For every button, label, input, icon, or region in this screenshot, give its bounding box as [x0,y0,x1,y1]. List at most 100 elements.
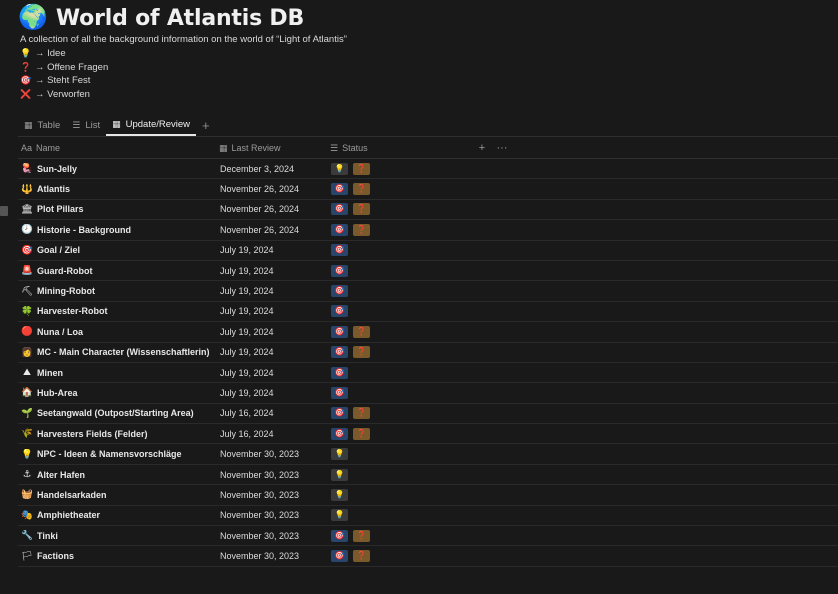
table-row[interactable]: ⚓ Alter Hafen November 30, 2023 💡 [18,465,838,486]
table-row[interactable]: 🌱 Seetangwald (Outpost/Starting Area) July… [18,404,838,425]
table-row[interactable]: 🪼 Sun-Jelly December 3, 2024 💡 ❓ [18,159,838,180]
add-column-button[interactable]: + [472,139,492,157]
cell-status[interactable]: 🎯 ❓ [331,223,370,236]
cell-last-review[interactable]: November 30, 2023 [220,531,331,541]
cell-name[interactable]: 🔱 Atlantis [18,184,220,195]
cell-status[interactable]: 🎯 ❓ [331,325,370,338]
cell-name[interactable]: 🎯 Goal / Ziel [18,245,220,256]
table-row[interactable]: 🏳 Factions November 30, 2023 🎯 ❓ [18,546,838,567]
cell-last-review[interactable]: July 19, 2024 [220,306,331,316]
page-title[interactable]: World of Atlantis DB [56,6,304,31]
cell-last-review[interactable]: July 19, 2024 [220,368,331,378]
cell-name[interactable]: 🚨 Guard-Robot [18,265,220,276]
cell-status[interactable]: 💡 [331,509,348,522]
table-row[interactable]: 🌾 Harvesters Fields (Felder) July 16, 2024… [18,424,838,445]
cell-last-review[interactable]: November 30, 2023 [220,510,331,520]
cell-last-review[interactable]: July 19, 2024 [220,388,331,398]
table-row[interactable]: 🕗 Historie - Background November 26, 2024 🎯… [18,220,838,241]
row-title: NPC - Ideen & Namensvorschläge [37,449,182,460]
status-tag-question-mark-icon: ❓ [353,427,370,440]
cell-last-review[interactable]: November 30, 2023 [220,449,331,459]
legend-item-verworfen: ❌ → Verworfen [20,88,108,102]
table-row[interactable]: 💡 NPC - Ideen & Namensvorschläge November … [18,444,838,465]
globe-icon[interactable]: 🌍 [18,4,48,32]
drag-handle-icon[interactable] [0,206,8,216]
row-title: Guard-Robot [37,265,93,276]
more-options-button[interactable]: ··· [492,139,512,157]
cell-name[interactable]: ⛰ Minen [18,367,220,378]
question-mark-icon: ❓ [20,61,32,72]
table-row[interactable]: 🚨 Guard-Robot July 19, 2024 🎯 [18,261,838,282]
status-tag-question-mark-icon: ❓ [353,162,370,175]
cell-name[interactable]: 🪼 Sun-Jelly [18,163,220,174]
cell-name[interactable]: 🌾 Harvesters Fields (Felder) [18,428,220,439]
cell-last-review[interactable]: November 26, 2024 [220,204,331,214]
cell-last-review[interactable]: July 16, 2024 [220,429,331,439]
table-row[interactable]: 🏠 Hub-Area July 19, 2024 🎯 [18,383,838,404]
cell-status[interactable]: 🎯 ❓ [331,183,370,196]
cell-status[interactable]: 🎯 ❓ [331,407,370,420]
column-header-status[interactable]: ☰ Status [330,139,472,157]
tab-update-review[interactable]: ▦ Update/Review [106,114,197,136]
cell-status[interactable]: 💡 [331,468,348,481]
cell-status[interactable]: 🎯 ❓ [331,203,370,216]
cell-last-review[interactable]: November 30, 2023 [220,490,331,500]
cell-status[interactable]: 💡 ❓ [331,162,370,175]
cell-last-review[interactable]: July 19, 2024 [220,327,331,337]
cell-name[interactable]: 🔴 Nuna / Loa [18,326,220,337]
cell-last-review[interactable]: July 16, 2024 [220,408,331,418]
column-header-last-review[interactable]: ▦ Last Review [219,139,330,157]
cell-status[interactable]: 🎯 [331,285,348,298]
tab-table[interactable]: ▦ Table [18,114,66,136]
cell-name[interactable]: ⛏ Mining-Robot [18,286,220,297]
page-description[interactable]: A collection of all the background infor… [20,34,347,45]
cell-last-review[interactable]: November 26, 2024 [220,225,331,235]
cell-name[interactable]: 🍀 Harvester-Robot [18,306,220,317]
cell-name[interactable]: 🎭 Amphietheater [18,510,220,521]
cell-name[interactable]: 🏠 Hub-Area [18,387,220,398]
cell-status[interactable]: 🎯 ❓ [331,427,370,440]
cell-status[interactable]: 💡 [331,488,348,501]
table-row[interactable]: ⛰ Minen July 19, 2024 🎯 [18,363,838,384]
table-row[interactable]: ⛏ Mining-Robot July 19, 2024 🎯 [18,281,838,302]
cell-name[interactable]: 🧺 Handelsarkaden [18,489,220,500]
table-row[interactable]: 👩 MC - Main Character (Wissenschaftlerin)… [18,343,838,363]
table-row[interactable]: 🏛 Plot Pillars November 26, 2024 🎯 ❓ [18,200,838,221]
cell-status[interactable]: 🎯 ❓ [331,529,370,542]
cell-status[interactable]: 💡 [331,448,348,461]
cell-last-review[interactable]: July 19, 2024 [220,266,331,276]
cell-name[interactable]: ⚓ Alter Hafen [18,469,220,480]
table-row[interactable]: 🍀 Harvester-Robot July 19, 2024 🎯 [18,302,838,323]
cell-status[interactable]: 🎯 [331,244,348,257]
cell-status[interactable]: 🎯 [331,366,348,379]
cell-name[interactable]: 🏛 Plot Pillars [18,204,220,215]
cell-status[interactable]: 🎯 ❓ [331,346,370,359]
cell-name[interactable]: 🔧 Tinki [18,530,220,541]
cell-last-review[interactable]: July 19, 2024 [220,286,331,296]
table-row[interactable]: 🎯 Goal / Ziel July 19, 2024 🎯 [18,241,838,261]
cell-last-review[interactable]: July 19, 2024 [220,347,331,357]
table-row[interactable]: 🔴 Nuna / Loa July 19, 2024 🎯 ❓ [18,322,838,343]
cell-last-review[interactable]: December 3, 2024 [220,164,331,174]
cell-last-review[interactable]: November 26, 2024 [220,184,331,194]
cell-status[interactable]: 🎯 ❓ [331,550,370,563]
cell-name[interactable]: 💡 NPC - Ideen & Namensvorschläge [18,449,220,460]
table-row[interactable]: 🎭 Amphietheater November 30, 2023 💡 [18,506,838,527]
table-row[interactable]: 🔱 Atlantis November 26, 2024 🎯 ❓ [18,179,838,200]
add-view-button[interactable]: + [196,118,216,133]
cell-name[interactable]: 👩 MC - Main Character (Wissenschaftlerin) [18,347,220,358]
cell-name[interactable]: 🏳 Factions [18,551,220,562]
cell-name[interactable]: 🕗 Historie - Background [18,224,220,235]
list-icon: ☰ [72,119,81,130]
cell-status[interactable]: 🎯 [331,386,348,399]
column-header-name[interactable]: Aa Name [18,139,219,157]
cell-last-review[interactable]: November 30, 2023 [220,551,331,561]
table-row[interactable]: 🧺 Handelsarkaden November 30, 2023 💡 [18,485,838,506]
cell-status[interactable]: 🎯 [331,264,348,277]
cell-status[interactable]: 🎯 [331,305,348,318]
cell-name[interactable]: 🌱 Seetangwald (Outpost/Starting Area) [18,408,220,419]
tab-list[interactable]: ☰ List [66,114,106,136]
cell-last-review[interactable]: July 19, 2024 [220,245,331,255]
table-row[interactable]: 🔧 Tinki November 30, 2023 🎯 ❓ [18,526,838,547]
cell-last-review[interactable]: November 30, 2023 [220,470,331,480]
